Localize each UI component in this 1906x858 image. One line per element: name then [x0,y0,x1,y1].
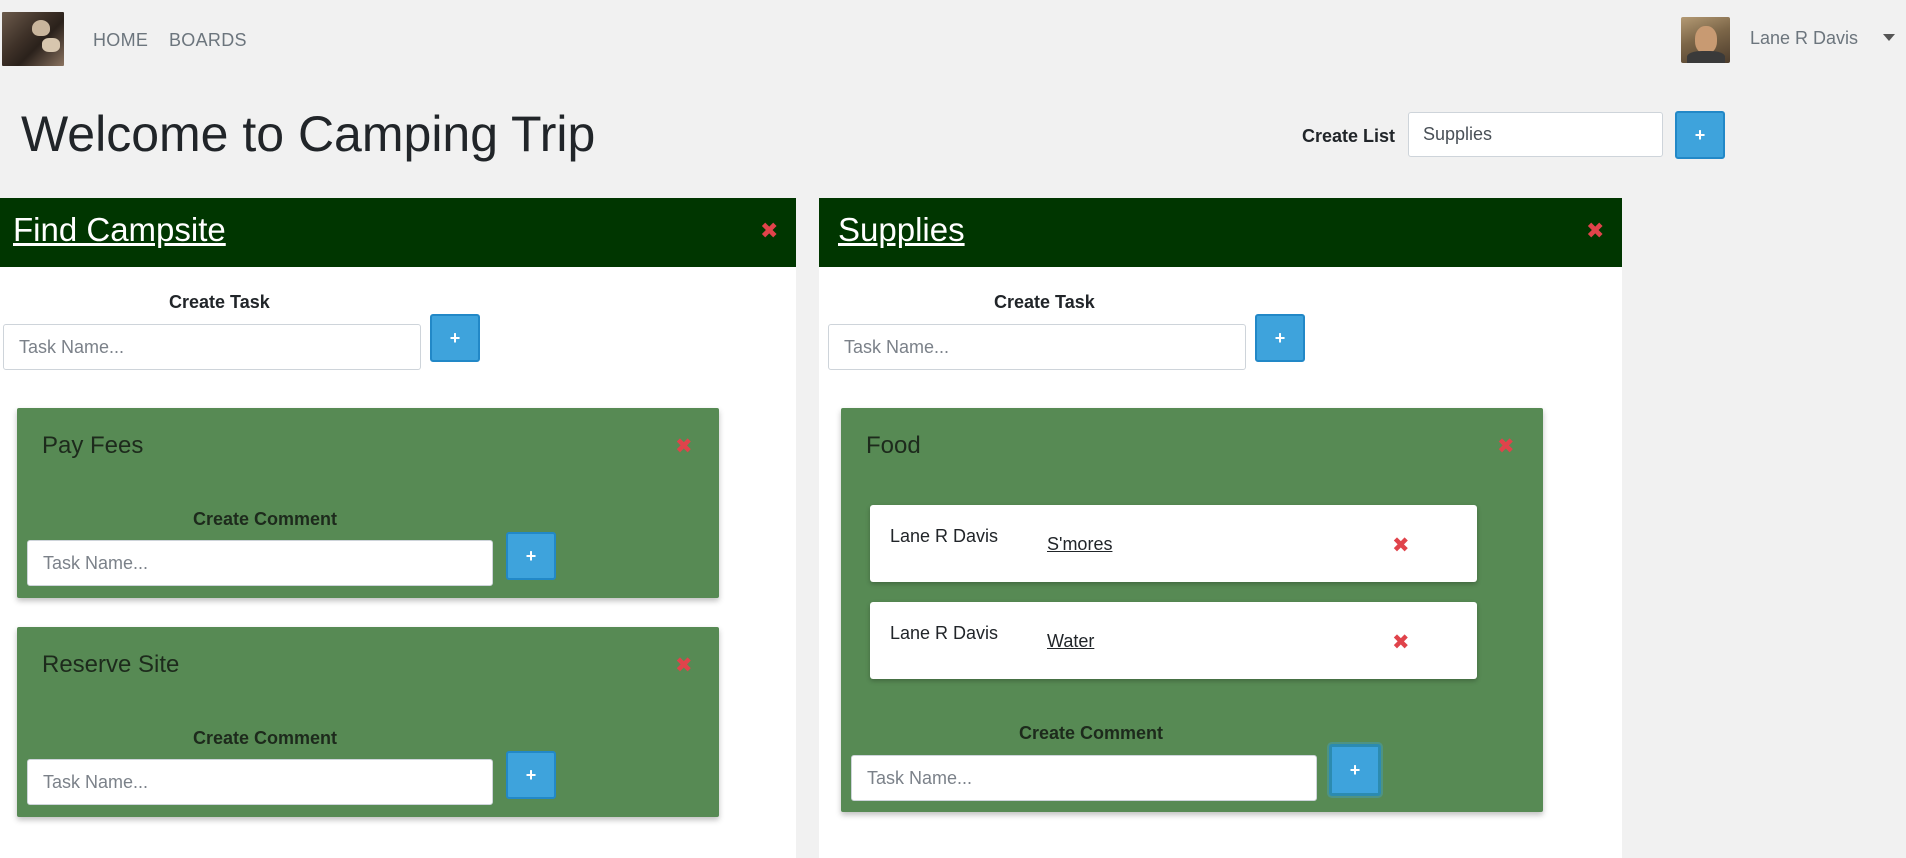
create-comment-label: Create Comment [193,728,338,748]
create-task-label: Create Task [169,292,270,312]
delete-comment-icon[interactable]: ✖ [1392,630,1410,655]
comment-text-link[interactable]: Water [1047,631,1094,652]
delete-task-icon[interactable]: ✖ [675,653,693,678]
page-title: Welcome to Camping Trip [21,106,596,162]
delete-list-icon[interactable]: ✖ [1586,218,1604,244]
delete-task-icon[interactable]: ✖ [1497,434,1515,459]
avatar-shirt-shape [1687,51,1725,63]
user-name-menu[interactable]: Lane R Davis [1750,28,1858,49]
comment-card: Lane R Davis S'mores ✖ [870,505,1477,582]
create-list-button[interactable]: + [1675,111,1725,159]
task-name-input[interactable] [828,324,1246,370]
nav-boards-link[interactable]: BOARDS [169,30,247,51]
task-card-food: Food ✖ Lane R Davis S'mores ✖ Lane R Dav… [841,408,1543,812]
task-name-input[interactable] [3,324,421,370]
create-comment-label: Create Comment [193,509,338,529]
create-task-button[interactable]: + [1255,314,1305,362]
list-title-link[interactable]: Find Campsite [13,211,226,249]
delete-comment-icon[interactable]: ✖ [1392,533,1410,558]
list-supplies: Supplies ✖ Create Task + Food ✖ Lane R D… [819,198,1622,858]
comment-text-link[interactable]: S'mores [1047,534,1112,555]
create-list-input[interactable] [1408,112,1663,157]
logo-ear-shape [32,20,50,36]
brand-logo[interactable] [2,12,64,66]
create-comment-button[interactable]: + [1329,744,1381,796]
task-title: Food [866,432,921,459]
comment-card: Lane R Davis Water ✖ [870,602,1477,679]
delete-task-icon[interactable]: ✖ [675,434,693,459]
create-task-button[interactable]: + [430,314,480,362]
navbar: HOME BOARDS Lane R Davis [0,0,1906,80]
task-title: Pay Fees [42,432,144,459]
user-avatar[interactable] [1681,17,1730,63]
create-comment-label: Create Comment [1019,723,1164,743]
task-title: Reserve Site [42,651,180,678]
list-header: Supplies ✖ [819,198,1622,267]
create-comment-button[interactable]: + [506,751,556,799]
logo-snout-shape [42,38,60,52]
comment-input[interactable] [27,540,493,586]
create-task-label: Create Task [994,292,1095,312]
comment-author: Lane R Davis [890,623,999,643]
delete-list-icon[interactable]: ✖ [760,218,778,244]
list-title-link[interactable]: Supplies [838,211,965,249]
create-list-label: Create List [1302,126,1396,146]
list-header: Find Campsite ✖ [0,198,796,267]
comment-input[interactable] [27,759,493,805]
create-comment-button[interactable]: + [506,532,556,580]
comment-input[interactable] [851,755,1317,801]
list-find-campsite: Find Campsite ✖ Create Task + Pay Fees ✖… [0,198,796,858]
comment-author: Lane R Davis [890,526,999,546]
task-card-reserve-site: Reserve Site ✖ Create Comment + [17,627,719,817]
chevron-down-icon[interactable] [1883,34,1895,41]
task-card-pay-fees: Pay Fees ✖ Create Comment + [17,408,719,598]
avatar-face-shape [1695,26,1717,54]
nav-home-link[interactable]: HOME [93,30,148,51]
